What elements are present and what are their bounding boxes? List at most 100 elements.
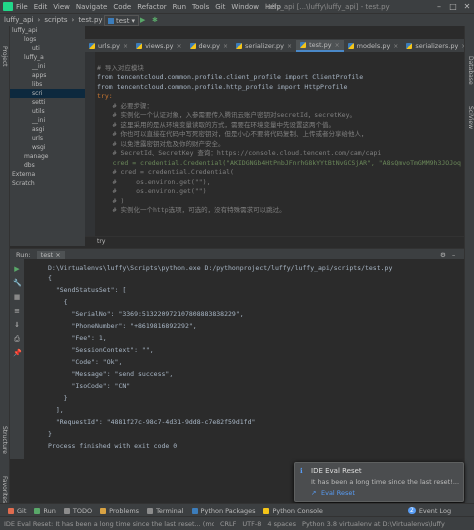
menu-edit[interactable]: Edit (34, 3, 48, 11)
python-interpreter[interactable]: Python 3.8 virtualenv at D:\Virtualenvs\… (302, 520, 445, 528)
problems-tool-tab[interactable]: Problems (100, 507, 139, 515)
code-line: # ) (97, 196, 125, 205)
menu-git[interactable]: Git (215, 3, 225, 11)
indent-setting[interactable]: 4 spaces (267, 520, 296, 528)
git-tool-tab[interactable]: Git (8, 507, 26, 515)
tab-label: dev.py (198, 42, 221, 50)
gear-icon[interactable]: ⚙ (440, 251, 446, 259)
tree-item[interactable]: uti (10, 44, 85, 53)
menu-navigate[interactable]: Navigate (76, 3, 107, 11)
soft-wrap-icon[interactable]: ≡ (13, 307, 21, 315)
status-message[interactable]: IDE Eval Reset: It has been a long time … (4, 520, 214, 528)
code-area[interactable]: # 导入对应模块 from tencentcloud.common.profile… (97, 54, 461, 235)
tab-test[interactable]: test.py × (296, 40, 344, 52)
menu-run[interactable]: Run (173, 3, 186, 11)
close-icon[interactable]: × (223, 43, 228, 50)
tree-item[interactable]: libs (10, 80, 85, 89)
tree-item[interactable]: __ini (10, 116, 85, 125)
database-tool-tab[interactable]: Database (467, 56, 474, 85)
tree-item[interactable]: urls (10, 134, 85, 143)
code-breadcrumb[interactable]: try (85, 236, 464, 247)
favorites-tool-tab[interactable]: Favorites (1, 476, 8, 503)
maximize-window-icon[interactable]: □ (446, 0, 460, 13)
eval-reset-link[interactable]: Eval Reset (321, 489, 355, 497)
tree-item[interactable]: utils (10, 107, 85, 116)
code-editor[interactable]: # 导入对应模块 from tencentcloud.common.profile… (85, 52, 464, 247)
packages-icon (191, 507, 198, 514)
tree-item[interactable]: apps (10, 71, 85, 80)
run-config-selector[interactable]: test ▾ (104, 15, 139, 26)
terminal-icon (147, 507, 154, 514)
minimize-icon[interactable]: – (452, 251, 455, 259)
stop-icon[interactable]: ■ (13, 293, 21, 301)
todo-tab-label: TODO (72, 506, 93, 515)
editor-gutter[interactable] (85, 52, 95, 247)
eval-reset-notification[interactable]: ℹ IDE Eval Reset It has been a long time… (294, 462, 464, 502)
code-line: # 必要步骤： (97, 101, 153, 110)
menu-window[interactable]: Window (231, 3, 259, 11)
wrench-icon[interactable]: 🔧 (13, 279, 22, 287)
tab-serializer[interactable]: serializer.py × (232, 40, 296, 52)
tree-item[interactable]: scri (10, 89, 85, 98)
structure-tool-tab[interactable]: Structure (1, 426, 8, 454)
bottom-tool-tabs: Git Run TODO Problems Terminal Python Pa… (0, 503, 474, 517)
menu-refactor[interactable]: Refactor (137, 3, 166, 11)
tree-item[interactable]: dbs (10, 161, 85, 170)
minimize-window-icon[interactable]: – (432, 0, 446, 13)
close-icon[interactable]: × (123, 43, 128, 50)
menu-file[interactable]: File (16, 3, 28, 11)
tree-item[interactable]: __ini (10, 62, 85, 71)
tree-item[interactable]: setti (10, 98, 85, 107)
close-icon[interactable]: × (335, 42, 340, 49)
menu-tools[interactable]: Tools (192, 3, 209, 11)
python-console-tab-label: Python Console (272, 506, 323, 515)
run-config-label: test (116, 16, 130, 25)
menu-code[interactable]: Code (113, 3, 131, 11)
pin-icon[interactable]: 📌 (13, 349, 22, 357)
close-icon[interactable]: × (287, 43, 292, 50)
todo-tool-tab[interactable]: TODO (63, 506, 93, 515)
tree-item[interactable]: logs (10, 35, 85, 44)
debug-icon[interactable]: ✱ (152, 16, 158, 24)
run-config-tab[interactable]: test × (36, 250, 65, 259)
close-window-icon[interactable]: ✕ (460, 0, 474, 13)
tab-dev[interactable]: dev.py × (186, 40, 233, 52)
console-output[interactable]: D:\Virtualenvs\luffy\Scripts\python.exe … (24, 259, 464, 459)
python-console-tool-tab[interactable]: Python Console (263, 506, 323, 515)
tab-models[interactable]: models.py × (344, 40, 403, 52)
project-tool-tab[interactable]: Project (1, 46, 8, 67)
close-icon[interactable]: × (461, 43, 464, 50)
menu-view[interactable]: View (53, 3, 70, 11)
event-log-tool-tab[interactable]: 2 Event Log (408, 507, 451, 515)
python-file-icon (108, 17, 114, 24)
breadcrumb-project[interactable]: luffy_api (4, 16, 34, 24)
line-separator[interactable]: CRLF (220, 520, 236, 528)
tree-item[interactable]: wsgi (10, 143, 85, 152)
file-encoding[interactable]: UTF-8 (242, 520, 261, 528)
rerun-icon[interactable]: ▶ (13, 265, 21, 273)
run-icon[interactable]: ▶ (140, 16, 145, 24)
tree-item[interactable]: asgi (10, 125, 85, 134)
tree-item[interactable]: Externa (10, 170, 85, 179)
scroll-to-end-icon[interactable]: ⇓ (13, 321, 21, 329)
breadcrumb-folder[interactable]: scripts (44, 16, 67, 24)
run-panel-title: Run: (16, 250, 31, 259)
print-icon[interactable]: ⎙ (13, 335, 21, 343)
tree-item[interactable]: luffy_api (10, 26, 85, 35)
tab-serializers[interactable]: serializers.py × (402, 40, 464, 52)
tree-item[interactable]: luffy_a (10, 53, 85, 62)
tab-urls[interactable]: urls.py × (85, 40, 132, 52)
tree-item[interactable]: manage (10, 152, 85, 161)
close-icon[interactable]: × (55, 251, 60, 259)
close-icon[interactable]: × (176, 43, 181, 50)
tree-item[interactable]: Scratch (10, 179, 85, 188)
breadcrumb-file[interactable]: test.py (78, 16, 102, 24)
sciview-tool-tab[interactable]: SciView (467, 106, 474, 129)
code-line: # SecretId、SecretKey 查询：https://console.… (97, 149, 382, 157)
run-tool-tab[interactable]: Run (34, 507, 56, 515)
tab-views[interactable]: views.py × (132, 40, 185, 52)
terminal-tool-tab[interactable]: Terminal (147, 507, 184, 515)
close-icon[interactable]: × (393, 43, 398, 50)
python-packages-tool-tab[interactable]: Python Packages (191, 507, 255, 515)
breadcrumb-separator: › (71, 16, 75, 24)
